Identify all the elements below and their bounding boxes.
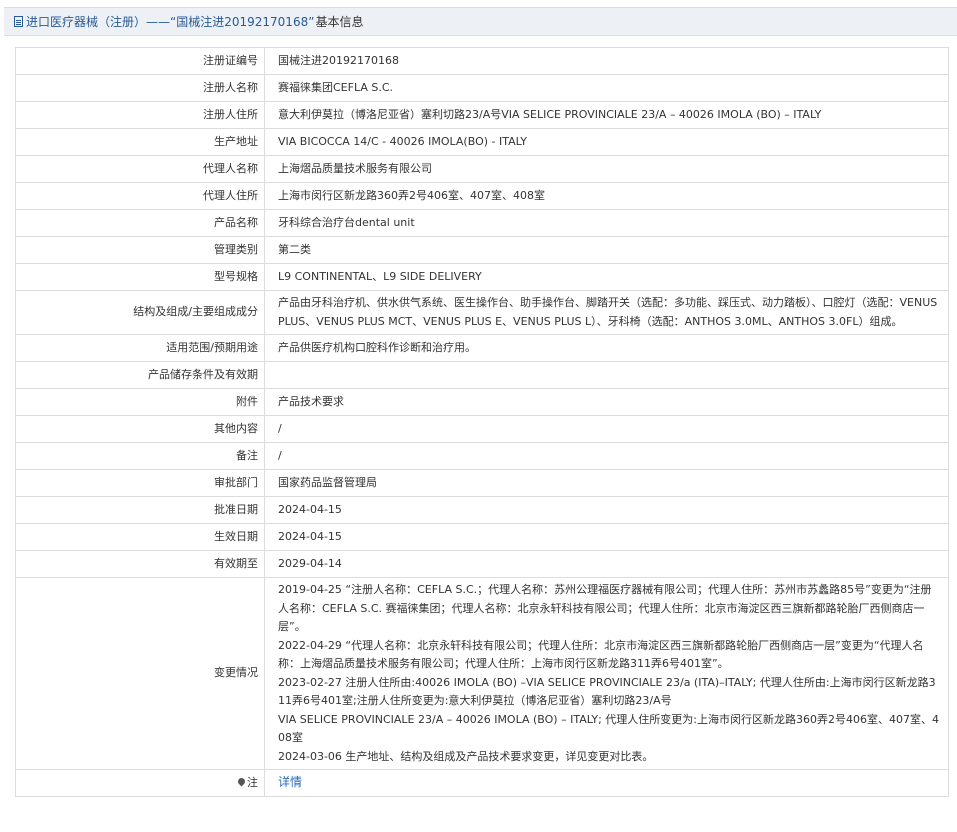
details-link[interactable]: 详情 (278, 775, 302, 789)
field-label: 有效期至 (15, 550, 265, 578)
detail-table: 注册证编号 国械注进20192170168 注册人名称 赛福徕集团CEFLA S… (15, 47, 949, 797)
table-row: 备注 / (15, 442, 949, 470)
field-value: 国家药品监督管理局 (264, 469, 949, 497)
field-label: 产品名称 (15, 209, 265, 237)
change-entry: 2022-04-29 “代理人名称：北京永轩科技有限公司；代理人住所：北京市海淀… (278, 638, 924, 671)
table-row: 附件 产品技术要求 (15, 388, 949, 416)
table-row: 注册人名称 赛福徕集团CEFLA S.C. (15, 74, 949, 102)
field-label: 生效日期 (15, 523, 265, 551)
field-label: 产品储存条件及有效期 (15, 361, 265, 389)
page: 进口医疗器械（注册） —— “国械注进20192170168” 基本信息 注册证… (0, 0, 957, 832)
field-label: 注册人名称 (15, 74, 265, 102)
field-label: 管理类别 (15, 236, 265, 264)
table-row: 代理人名称 上海熠品质量技术服务有限公司 (15, 155, 949, 183)
field-label: 附件 (15, 388, 265, 416)
table-row: 管理类别 第二类 (15, 236, 949, 264)
change-entry: VIA SELICE PROVINCIALE 23/A – 40026 IMOL… (278, 712, 939, 745)
header-prefix: 进口医疗器械（注册） (26, 15, 147, 29)
table-row-note: 注 详情 (15, 769, 949, 797)
field-value: / (264, 442, 949, 470)
field-value: 2024-04-15 (264, 496, 949, 524)
field-value: 意大利伊莫拉（博洛尼亚省）塞利切路23/A号VIA SELICE PROVINC… (264, 101, 949, 129)
table-row: 其他内容 / (15, 415, 949, 443)
header-suffix: 基本信息 (315, 15, 364, 29)
changes-label: 变更情况 (15, 577, 265, 770)
change-entry: 2024-03-06 生产地址、结构及组成及产品技术要求变更，详见变更对比表。 (278, 749, 654, 763)
table-row: 批准日期 2024-04-15 (15, 496, 949, 524)
table-row: 注册人住所 意大利伊莫拉（博洛尼亚省）塞利切路23/A号VIA SELICE P… (15, 101, 949, 129)
changes-value: 2019-04-25 “注册人名称：CEFLA S.C.；代理人名称：苏州公理福… (264, 577, 949, 770)
field-value: 上海市闵行区新龙路360弄2号406室、407室、408室 (264, 182, 949, 210)
table-row: 审批部门 国家药品监督管理局 (15, 469, 949, 497)
table-row: 适用范围/预期用途 产品供医疗机构口腔科作诊断和治疗用。 (15, 334, 949, 362)
table-row: 结构及组成/主要组成成分 产品由牙科治疗机、供水供气系统、医生操作台、助手操作台… (15, 290, 949, 335)
note-label: 注 (247, 775, 258, 789)
field-value (264, 361, 949, 389)
change-entry: 2023-02-27 注册人住所由:40026 IMOLA (BO) –VIA … (278, 675, 936, 708)
document-icon (14, 16, 23, 27)
table-row: 生效日期 2024-04-15 (15, 523, 949, 551)
field-value: / (264, 415, 949, 443)
table-row-changes: 变更情况 2019-04-25 “注册人名称：CEFLA S.C.；代理人名称：苏… (15, 577, 949, 770)
table-row: 产品名称 牙科综合治疗台dental unit (15, 209, 949, 237)
field-value: VIA BICOCCA 14/C - 40026 IMOLA(BO) - ITA… (264, 128, 949, 156)
field-label: 适用范围/预期用途 (15, 334, 265, 362)
table-row: 型号规格 L9 CONTINENTAL、L9 SIDE DELIVERY (15, 263, 949, 291)
field-value: 2024-04-15 (264, 523, 949, 551)
field-value: 国械注进20192170168 (264, 47, 949, 75)
field-label: 备注 (15, 442, 265, 470)
header-dash: —— (146, 14, 171, 29)
field-value: 产品技术要求 (264, 388, 949, 416)
field-label: 代理人名称 (15, 155, 265, 183)
note-value-cell: 详情 (264, 769, 949, 797)
table-row: 注册证编号 国械注进20192170168 (15, 47, 949, 75)
field-value: 产品供医疗机构口腔科作诊断和治疗用。 (264, 334, 949, 362)
map-pin-icon (236, 776, 247, 787)
table-row: 代理人住所 上海市闵行区新龙路360弄2号406室、407室、408室 (15, 182, 949, 210)
field-label: 代理人住所 (15, 182, 265, 210)
field-label: 其他内容 (15, 415, 265, 443)
field-value: 第二类 (264, 236, 949, 264)
field-label: 结构及组成/主要组成成分 (15, 290, 265, 335)
field-value: 上海熠品质量技术服务有限公司 (264, 155, 949, 183)
detail-table-wrapper: 注册证编号 国械注进20192170168 注册人名称 赛福徕集团CEFLA S… (15, 47, 949, 797)
field-label: 生产地址 (15, 128, 265, 156)
field-label: 注册证编号 (15, 47, 265, 75)
table-row: 产品储存条件及有效期 (15, 361, 949, 389)
field-value: 产品由牙科治疗机、供水供气系统、医生操作台、助手操作台、脚踏开关（选配：多功能、… (264, 290, 949, 335)
change-entry: 2019-04-25 “注册人名称：CEFLA S.C.；代理人名称：苏州公理福… (278, 583, 932, 633)
table-row: 有效期至 2029-04-14 (15, 550, 949, 578)
note-label-cell: 注 (15, 769, 265, 797)
table-row: 生产地址 VIA BICOCCA 14/C - 40026 IMOLA(BO) … (15, 128, 949, 156)
field-label: 注册人住所 (15, 101, 265, 129)
field-value: 牙科综合治疗台dental unit (264, 209, 949, 237)
field-value: 赛福徕集团CEFLA S.C. (264, 74, 949, 102)
field-value: L9 CONTINENTAL、L9 SIDE DELIVERY (264, 263, 949, 291)
page-header: 进口医疗器械（注册） —— “国械注进20192170168” 基本信息 (4, 7, 957, 36)
field-value: 2029-04-14 (264, 550, 949, 578)
field-label: 审批部门 (15, 469, 265, 497)
header-quoted-id: “国械注进20192170168” (170, 15, 315, 29)
field-label: 型号规格 (15, 263, 265, 291)
field-label: 批准日期 (15, 496, 265, 524)
